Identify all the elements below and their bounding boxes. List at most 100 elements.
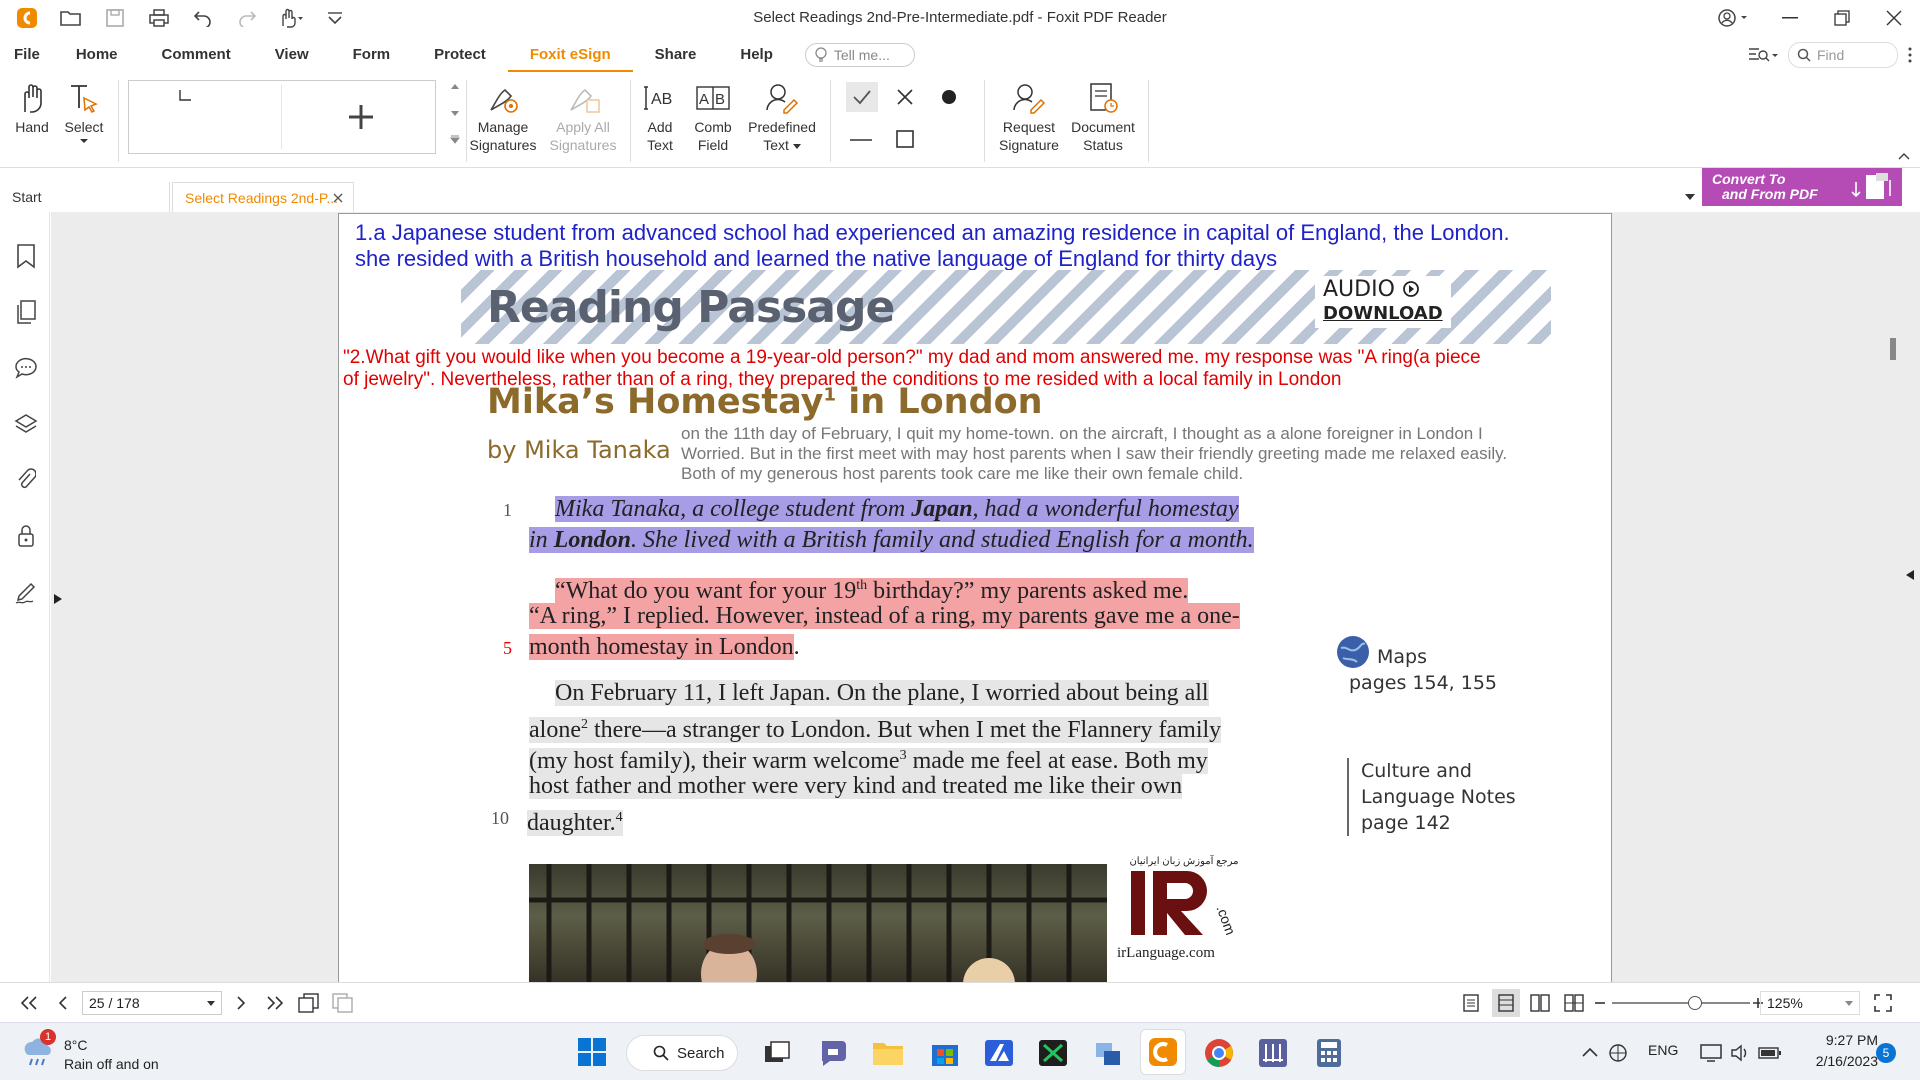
file-explorer-icon[interactable] <box>872 1039 904 1067</box>
more-options-icon[interactable] <box>1908 47 1912 63</box>
sign-document-icon[interactable] <box>12 578 40 606</box>
rectangle-tool-icon[interactable] <box>896 130 914 148</box>
previous-view-icon[interactable] <box>298 993 320 1013</box>
request-signature-button[interactable]: Request Signature <box>994 78 1064 154</box>
highlight-pink[interactable]: “A ring,” I replied. However, instead of… <box>529 603 1240 629</box>
manage-signatures-button[interactable]: Manage Signatures <box>470 78 536 154</box>
document-status-button[interactable]: Document Status <box>1068 78 1138 154</box>
signature-gallery[interactable] <box>128 80 436 154</box>
hand-button[interactable]: Hand <box>10 78 54 136</box>
tab-close-icon[interactable] <box>333 193 343 203</box>
zoom-slider-thumb[interactable] <box>1688 996 1702 1010</box>
annotation-gray-line-3[interactable]: Both of my generous host parents took ca… <box>681 464 1243 484</box>
task-view-icon[interactable] <box>764 1041 790 1065</box>
network-status-icon[interactable] <box>1608 1043 1632 1063</box>
windows-start-icon[interactable] <box>578 1038 606 1066</box>
select-dropdown-icon[interactable] <box>79 138 89 144</box>
save-icon[interactable] <box>102 5 128 31</box>
input-language[interactable]: ENG <box>1648 1042 1678 1058</box>
page-number-input[interactable]: 25 / 178 <box>82 991 222 1015</box>
page-dropdown-icon[interactable] <box>207 1001 215 1007</box>
display-icon[interactable] <box>1700 1043 1722 1063</box>
comb-field-button[interactable]: AB Comb Field <box>690 78 736 154</box>
app-xbox-style-icon[interactable] <box>1038 1039 1068 1067</box>
menu-home[interactable]: Home <box>54 38 140 72</box>
zoom-slider[interactable] <box>1612 996 1750 1010</box>
highlight-gray[interactable]: On February 11, I left Japan. On the pla… <box>555 680 1209 706</box>
annotation-blue-line-2[interactable]: she resided with a British household and… <box>355 246 1277 272</box>
restore-icon[interactable] <box>1816 0 1868 36</box>
menu-form[interactable]: Form <box>331 38 413 72</box>
app-azure-icon[interactable] <box>984 1039 1014 1067</box>
app-network-icon[interactable] <box>1092 1039 1122 1067</box>
bookmark-icon[interactable] <box>12 242 40 270</box>
dot-tool-icon[interactable] <box>940 88 958 106</box>
highlight-purple[interactable]: in London. She lived with a British fami… <box>529 527 1254 553</box>
convert-pdf-banner[interactable]: Convert To and From PDF <box>1702 168 1902 206</box>
chrome-icon[interactable] <box>1204 1038 1234 1068</box>
pages-thumbnail-icon[interactable] <box>12 298 40 326</box>
annotation-gray-line-1[interactable]: on the 11th day of February, I quit my h… <box>681 424 1483 444</box>
continuous-view-button[interactable] <box>1492 989 1520 1017</box>
highlight-purple[interactable]: Mika Tanaka, a college student from Japa… <box>555 496 1239 522</box>
tab-start[interactable]: Start <box>0 182 170 212</box>
next-view-icon[interactable] <box>332 993 354 1013</box>
gallery-scroll-up-icon[interactable] <box>450 82 460 90</box>
clock-time[interactable]: 9:27 PM <box>1812 1032 1878 1048</box>
menu-file[interactable]: File <box>0 38 54 72</box>
menu-help[interactable]: Help <box>718 38 795 72</box>
single-page-view-icon[interactable] <box>1462 994 1480 1012</box>
security-lock-icon[interactable] <box>12 522 40 550</box>
annotation-gray-line-2[interactable]: Worried. But in the first meet with may … <box>681 444 1507 464</box>
line-tool-icon[interactable] <box>850 138 872 142</box>
open-folder-icon[interactable] <box>58 5 84 31</box>
last-page-icon[interactable] <box>266 996 284 1010</box>
zoom-out-icon[interactable] <box>1594 1001 1606 1005</box>
find-input[interactable]: Find <box>1788 42 1898 68</box>
previous-page-icon[interactable] <box>58 996 68 1010</box>
collapse-right-panel-icon[interactable] <box>1906 570 1914 580</box>
first-page-icon[interactable] <box>20 996 38 1010</box>
comments-icon[interactable] <box>12 354 40 382</box>
hand-tool-dropdown-icon[interactable] <box>278 5 304 31</box>
attachment-icon[interactable] <box>12 466 40 494</box>
teams-chat-icon[interactable] <box>818 1039 848 1067</box>
taskbar-search-box[interactable]: Search <box>626 1035 738 1071</box>
show-hidden-icons-chevron[interactable] <box>1582 1047 1598 1057</box>
tab-document[interactable]: Select Readings 2nd-P... <box>172 182 354 212</box>
redo-icon[interactable] <box>234 5 260 31</box>
vertical-scrollbar-thumb[interactable] <box>1890 338 1896 360</box>
tell-me-box[interactable]: Tell me... <box>804 43 915 67</box>
search-options-icon[interactable] <box>1748 46 1778 64</box>
annotation-red-line-1[interactable]: "2.What gift you would like when you bec… <box>343 346 1481 369</box>
signature-thumbnail-icon[interactable] <box>177 89 193 103</box>
cross-mark-tool-icon[interactable] <box>896 88 914 106</box>
notification-count-badge[interactable]: 5 <box>1876 1043 1896 1063</box>
calculator-icon[interactable] <box>1316 1038 1342 1068</box>
apply-all-signatures-button[interactable]: Apply All Signatures <box>548 78 618 154</box>
menu-foxit-esign[interactable]: Foxit eSign <box>507 38 633 72</box>
predefined-text-button[interactable]: Predefined Text <box>742 78 822 154</box>
gallery-scroll-down-icon[interactable] <box>450 110 460 118</box>
select-button[interactable]: Select <box>60 78 108 144</box>
tabs-dropdown-icon[interactable] <box>1685 194 1695 200</box>
fullscreen-icon[interactable] <box>1874 994 1892 1012</box>
foxit-taskbar-button[interactable] <box>1140 1029 1186 1075</box>
zoom-level-input[interactable]: 125% <box>1760 991 1860 1015</box>
add-signature-icon[interactable] <box>347 103 375 131</box>
volume-icon[interactable] <box>1730 1043 1750 1063</box>
minimize-icon[interactable] <box>1764 0 1816 36</box>
zoom-dropdown-icon[interactable] <box>1845 1001 1853 1007</box>
menu-comment[interactable]: Comment <box>140 38 253 72</box>
battery-icon[interactable] <box>1758 1045 1782 1061</box>
annotation-blue-line-1[interactable]: 1.a Japanese student from advanced schoo… <box>355 220 1510 246</box>
expand-panel-arrow-icon[interactable] <box>54 594 62 604</box>
app-library-icon[interactable] <box>1258 1038 1288 1068</box>
layers-icon[interactable] <box>12 410 40 438</box>
gallery-expand-icon[interactable] <box>450 134 460 144</box>
weather-widget[interactable]: 1 8°C Rain off and on <box>20 1029 180 1077</box>
close-icon[interactable] <box>1868 0 1920 36</box>
predefined-text-dropdown-icon[interactable] <box>792 144 801 150</box>
collapse-ribbon-icon[interactable] <box>1898 152 1910 160</box>
continuous-facing-view-icon[interactable] <box>1564 994 1584 1012</box>
